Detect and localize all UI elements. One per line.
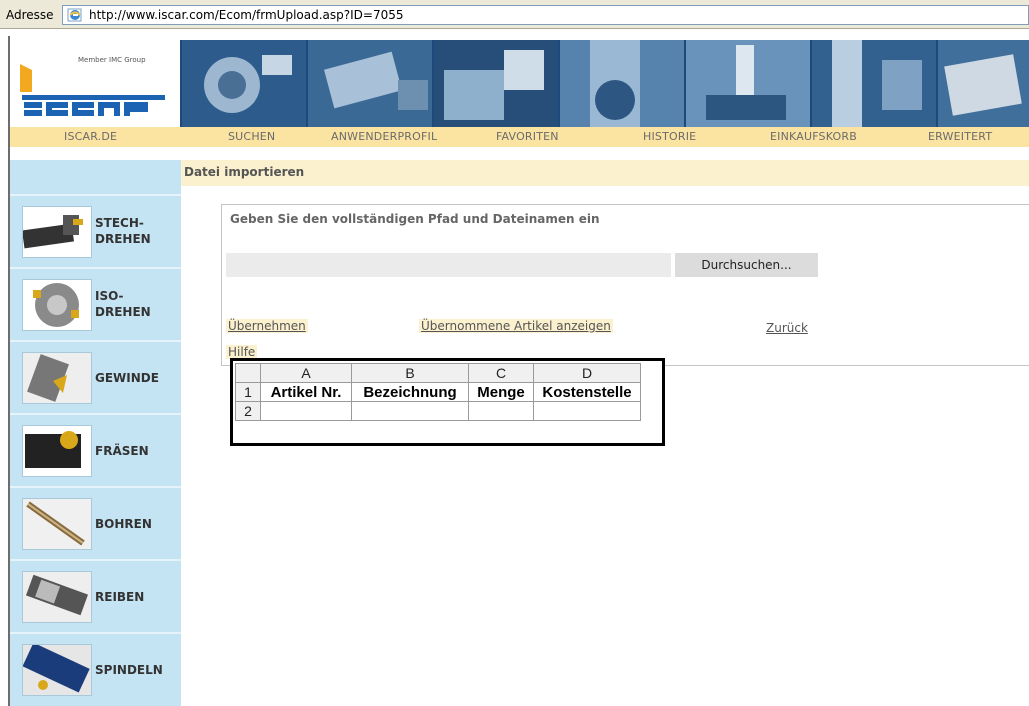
- excel-format-example: A B C D 1 Artikel Nr. Bezeichnung Menge …: [230, 358, 665, 446]
- sidebar-item-label: STECH- DREHEN: [95, 216, 151, 246]
- file-path-input[interactable]: [226, 253, 671, 277]
- sidebar-item-label: FRÄSEN: [95, 444, 149, 458]
- address-label: Adresse: [6, 8, 54, 22]
- excel-cell: [468, 401, 534, 421]
- excel-cell-kostenstelle: Kostenstelle: [533, 382, 641, 402]
- address-field[interactable]: http://www.iscar.com/Ecom/frmUpload.asp?…: [62, 5, 1029, 25]
- table-row: 2: [235, 401, 641, 421]
- nav-favoriten[interactable]: FAVORITEN: [496, 130, 559, 143]
- excel-table: A B C D 1 Artikel Nr. Bezeichnung Menge …: [235, 363, 641, 421]
- sidebar-item-label: BOHREN: [95, 517, 152, 531]
- sidebar-item-label: SPINDELN: [95, 663, 163, 677]
- excel-cell-menge: Menge: [468, 382, 534, 402]
- sidebar-item-label: REIBEN: [95, 590, 145, 604]
- sidebar-item-fraesen[interactable]: FRÄSEN: [10, 413, 181, 486]
- nav-erweitert[interactable]: ERWEITERT: [928, 130, 992, 143]
- excel-col-header: C: [468, 363, 534, 383]
- sidebar-item-gewinde[interactable]: GEWINDE: [10, 340, 181, 413]
- banner-photo-1: [182, 40, 306, 127]
- address-url: http://www.iscar.com/Ecom/frmUpload.asp?…: [89, 8, 404, 22]
- threading-tool-icon: [22, 352, 92, 404]
- nav-anwenderprofil[interactable]: ANWENDERPROFIL: [331, 130, 437, 143]
- sidebar-item-stechdrehen[interactable]: STECH- DREHEN: [10, 194, 181, 267]
- drilling-tool-icon: [22, 498, 92, 550]
- grooving-tool-icon: [22, 206, 92, 258]
- banner-photo-3: [434, 40, 558, 127]
- excel-col-header: D: [533, 363, 641, 383]
- upload-instruction: Geben Sie den vollständigen Pfad und Dat…: [230, 212, 600, 226]
- nav-historie[interactable]: HISTORIE: [643, 130, 696, 143]
- excel-corner-cell: [235, 363, 261, 383]
- sidebar-item-label: GEWINDE: [95, 371, 159, 385]
- table-row: 1 Artikel Nr. Bezeichnung Menge Kostenst…: [235, 382, 641, 402]
- browse-button[interactable]: Durchsuchen...: [675, 253, 818, 277]
- excel-row-number: 1: [235, 382, 261, 402]
- reaming-tool-icon: [22, 571, 92, 623]
- excel-col-header: B: [351, 363, 469, 383]
- address-bar: Adresse http://www.iscar.com/Ecom/frmUpl…: [0, 0, 1029, 29]
- page-header: Datei importieren: [181, 160, 1029, 186]
- main-nav: ISCAR.DE SUCHEN ANWENDERPROFIL FAVORITEN…: [10, 127, 1029, 147]
- banner-photo-2: [308, 40, 432, 127]
- ie-page-icon: [67, 7, 83, 23]
- page-title: Datei importieren: [184, 165, 305, 179]
- excel-cell: [260, 401, 352, 421]
- upload-panel: Geben Sie den vollständigen Pfad und Dat…: [221, 204, 1029, 366]
- banner-photo-5: [686, 40, 810, 127]
- milling-tool-icon: [22, 425, 92, 477]
- sidebar-item-reiben[interactable]: REIBEN: [10, 559, 181, 632]
- sidebar-top: [10, 160, 181, 186]
- banner-photo-6: [812, 40, 936, 127]
- nav-suchen[interactable]: SUCHEN: [228, 130, 275, 143]
- sidebar-item-bohren[interactable]: BOHREN: [10, 486, 181, 559]
- help-link[interactable]: Hilfe: [226, 345, 258, 359]
- nav-iscar-de[interactable]: ISCAR.DE: [64, 130, 117, 143]
- sidebar-item-label: ISO- DREHEN: [95, 289, 151, 319]
- excel-cell: [351, 401, 469, 421]
- excel-col-header: A: [260, 363, 352, 383]
- sidebar-item-isodrehen[interactable]: ISO- DREHEN: [10, 267, 181, 340]
- excel-row-number: 2: [235, 401, 261, 421]
- excel-cell-bezeichnung: Bezeichnung: [351, 382, 469, 402]
- category-sidebar: STECH- DREHEN ISO- DREHEN GEWINDE FRÄSEN…: [10, 160, 181, 706]
- turning-tool-icon: [22, 279, 92, 331]
- show-imported-link[interactable]: Übernommene Artikel anzeigen: [419, 319, 613, 333]
- banner-photo-7: [938, 40, 1029, 127]
- banner-photo-4: [560, 40, 684, 127]
- sidebar-item-spindeln[interactable]: SPINDELN: [10, 632, 181, 705]
- iscar-logo[interactable]: Member IMC Group: [10, 40, 180, 127]
- excel-column-header-row: A B C D: [235, 363, 641, 383]
- banner: Member IMC Group: [10, 40, 1029, 127]
- excel-cell-artikel-nr: Artikel Nr.: [260, 382, 352, 402]
- spindle-tool-icon: [22, 644, 92, 696]
- excel-cell: [533, 401, 641, 421]
- nav-einkaufskorb[interactable]: EINKAUFSKORB: [770, 130, 857, 143]
- apply-link[interactable]: Übernehmen: [226, 319, 308, 333]
- back-link[interactable]: Zurück: [764, 321, 810, 335]
